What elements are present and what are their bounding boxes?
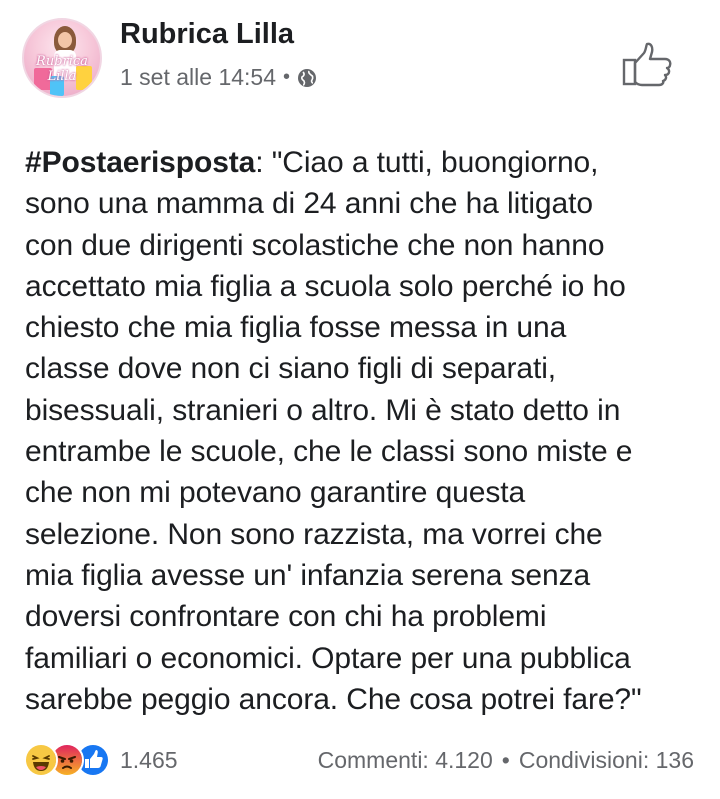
post-line: bisessuali, stranieri o altro. Mi è stat… xyxy=(25,393,621,427)
post-line-first: #Postaerisposta: "Ciao a tutti, buongior… xyxy=(25,142,705,183)
thumbs-up-icon[interactable] xyxy=(620,40,674,88)
post-line: sono una mamma di 24 anni che ha litigat… xyxy=(25,187,593,221)
post-body: #Postaerisposta: "Ciao a tutti, buongior… xyxy=(25,142,705,720)
post-timestamp[interactable]: 1 set alle 14:54 xyxy=(120,64,276,91)
page-avatar[interactable]: Rubrica Lilla xyxy=(22,18,102,98)
haha-reaction-icon xyxy=(24,743,58,777)
post-stats: Commenti: 4.120 • Condivisioni: 136 xyxy=(318,747,694,774)
post-header: Rubrica Lilla Rubrica Lilla 1 set alle 1… xyxy=(0,0,720,120)
globe-icon[interactable] xyxy=(297,67,317,87)
post-line: familiari o economici. Optare per una pu… xyxy=(25,641,631,675)
post-first-line-text: : "Ciao a tutti, buongiorno, xyxy=(255,146,599,179)
post-line: doversi confrontare con chi ha problemi xyxy=(25,600,547,634)
avatar-figure-face xyxy=(58,32,72,48)
post-line: mia figlia avesse un' infanzia serena se… xyxy=(25,558,591,592)
meta-separator: • xyxy=(283,65,291,88)
page-name[interactable]: Rubrica Lilla xyxy=(120,18,294,51)
post-line: chiesto che mia figlia fosse messa in un… xyxy=(25,311,567,345)
post-line: selezione. Non sono razzista, ma vorrei … xyxy=(25,517,603,551)
post-line: accettato mia figlia a scuola solo perch… xyxy=(25,269,626,303)
hashtag-link[interactable]: #Postaerisposta xyxy=(25,146,255,179)
post-line: con due dirigenti scolastiche che non ha… xyxy=(25,228,605,262)
post-meta: 1 set alle 14:54 • xyxy=(120,62,317,92)
post-line: sarebbe peggio ancora. Che cosa potrei f… xyxy=(25,682,642,716)
comments-count-link[interactable]: Commenti: 4.120 xyxy=(318,747,493,774)
post-line: entrambe le scuole, che le classi sono m… xyxy=(25,435,633,469)
post-line: classe dove non ci siano figli di separa… xyxy=(25,352,556,386)
reaction-count: 1.465 xyxy=(120,746,178,773)
post-footer: 1.465 Commenti: 4.120 • Condivisioni: 13… xyxy=(0,738,720,782)
avatar-logo-text: Rubrica Lilla xyxy=(36,54,88,84)
post-line: che non mi potevano garantire questa xyxy=(25,476,526,510)
reactions-summary[interactable]: 1.465 xyxy=(24,742,178,778)
stats-separator: • xyxy=(501,747,510,773)
shares-count-link[interactable]: Condivisioni: 136 xyxy=(519,747,694,774)
